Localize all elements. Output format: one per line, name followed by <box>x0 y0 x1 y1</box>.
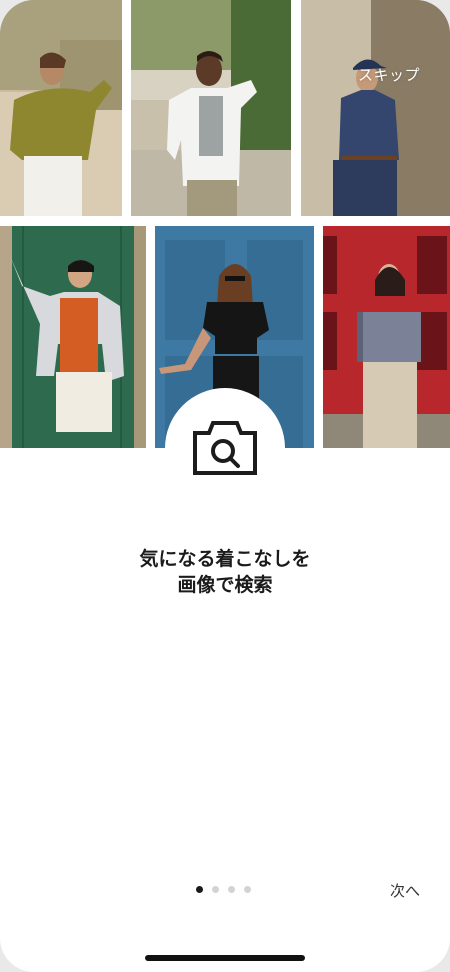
page-dot-2 <box>212 886 219 893</box>
photo-woman-red-door <box>323 226 450 448</box>
page-indicator <box>196 886 251 893</box>
photo-person-green-door <box>0 226 146 448</box>
headline-line-1: 気になる着こなしを <box>139 548 311 570</box>
page-dot-1 <box>196 886 203 893</box>
page-dot-4 <box>244 886 251 893</box>
next-button[interactable]: 次へ <box>390 880 420 901</box>
home-indicator[interactable] <box>145 955 305 961</box>
headline-line-2: 画像で検索 <box>177 574 273 596</box>
headline: 気になる着こなしを 画像で検索 <box>0 546 450 598</box>
photo-woman-olive-shirt <box>0 0 122 216</box>
page-dot-3 <box>228 886 235 893</box>
skip-button[interactable]: スキップ <box>358 64 420 85</box>
photo-man-white-shirt <box>131 0 291 216</box>
onboarding-screen: スキップ 気になる着こなしを 画像で検索 次へ <box>0 0 450 972</box>
photo-man-navy-cap <box>301 0 450 216</box>
camera-search-badge <box>165 388 285 508</box>
camera-search-icon <box>193 421 257 475</box>
